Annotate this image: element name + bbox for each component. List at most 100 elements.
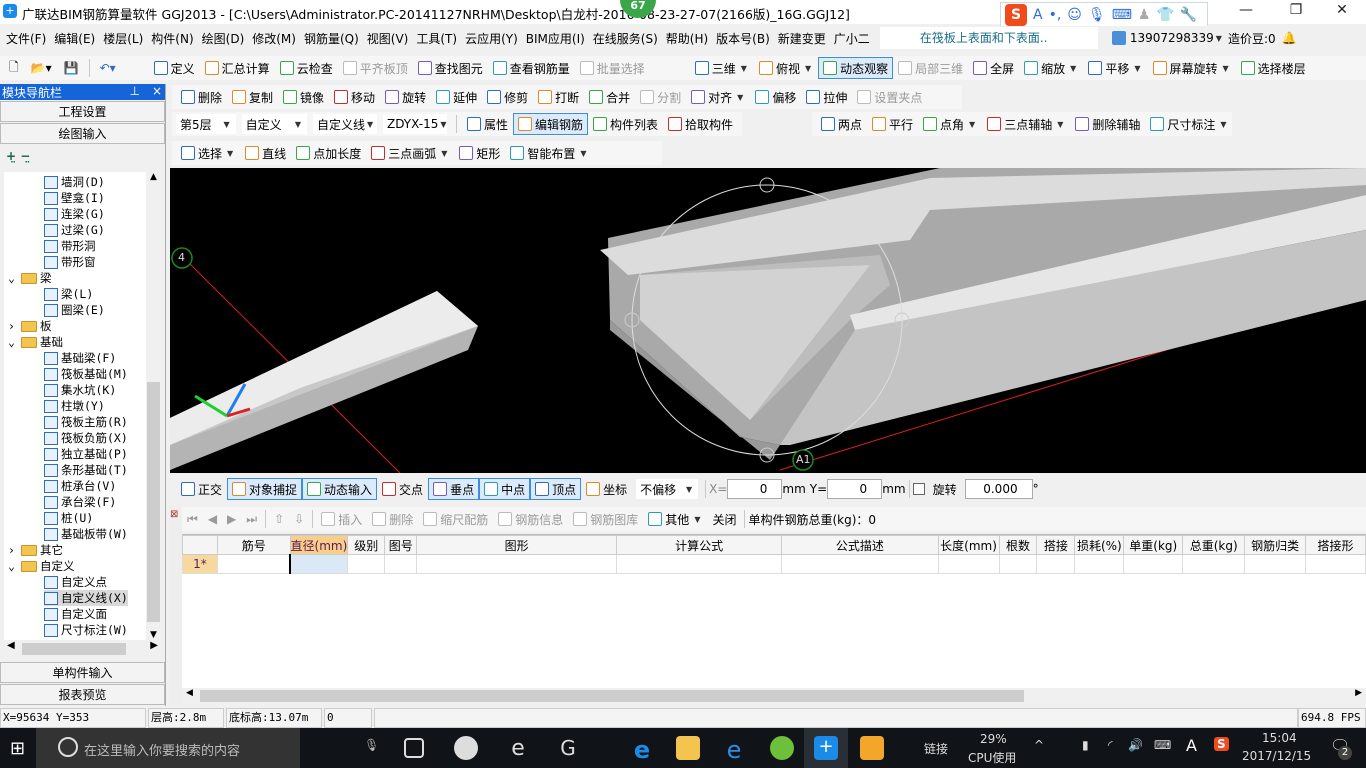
tree-item[interactable]: 墙洞(D): [44, 174, 105, 190]
column-header[interactable]: 根数: [998, 535, 1038, 555]
bell-icon[interactable]: 🔔: [1282, 31, 1297, 45]
tree-item[interactable]: 过梁(G): [44, 222, 105, 238]
menu-item[interactable]: 帮助(H): [662, 30, 712, 47]
grid-cell[interactable]: [1123, 554, 1184, 574]
column-header[interactable]: 筋号: [216, 535, 291, 555]
tree-horizontal-scrollbar[interactable]: ◀ ▶: [4, 640, 161, 658]
button-rebarbar-items-1[interactable]: 删除: [367, 508, 418, 530]
button-toolbar4-1[interactable]: 直线: [240, 142, 291, 164]
column-header[interactable]: 总重(kg): [1182, 535, 1246, 555]
user-phone[interactable]: 13907298339: [1130, 31, 1214, 45]
tree-item[interactable]: 独立基础(P): [44, 446, 128, 462]
clock-time[interactable]: 15:04: [1262, 731, 1297, 745]
button-toolbar2-3[interactable]: 移动: [329, 86, 380, 108]
column-header[interactable]: [182, 535, 218, 555]
tree-folder[interactable]: ⌄ 基础: [8, 334, 63, 350]
button-toolbar1-3[interactable]: 平齐板顶: [338, 57, 413, 79]
button-toolbar3_right-5[interactable]: 尺寸标注 ▼: [1145, 113, 1233, 135]
button-toolbar2-0[interactable]: 删除: [176, 86, 227, 108]
grid-cell[interactable]: [416, 554, 618, 574]
column-header[interactable]: 公式描述: [781, 535, 939, 555]
dropdown-arrow-icon[interactable]: ▼: [692, 515, 702, 524]
user-dropdown-icon[interactable]: ▼: [1214, 34, 1224, 43]
tree-item[interactable]: 带形洞: [44, 238, 96, 254]
edge-icon[interactable]: e: [630, 736, 654, 764]
collapse-all-icon[interactable]: −̤: [20, 149, 30, 163]
column-header[interactable]: 损耗(%): [1074, 535, 1125, 555]
button-toolbar3-1[interactable]: 编辑钢筋: [512, 113, 588, 135]
dropdown-arrow-icon[interactable]: ▼: [1132, 64, 1142, 73]
close-button[interactable]: ✕: [1322, 2, 1362, 22]
button-toolbar3-3[interactable]: 拾取构件: [663, 113, 738, 135]
menu-item[interactable]: 工具(T): [412, 30, 461, 47]
single-component-input-button[interactable]: 单构件输入: [0, 662, 165, 683]
grid-cell[interactable]: [781, 554, 939, 574]
move-up-icon[interactable]: ⇧: [269, 508, 289, 530]
menu-item[interactable]: 新建变更: [774, 30, 830, 47]
clock-date[interactable]: 2017/12/15: [1242, 749, 1311, 763]
internet-explorer-icon[interactable]: e: [722, 736, 746, 764]
search-placeholder[interactable]: 在这里输入你要搜索的内容: [84, 740, 240, 759]
button-snapbar-items-4[interactable]: 垂点: [428, 478, 480, 500]
button-rebarbar-items-3[interactable]: 钢筋信息: [493, 508, 568, 530]
punctuation-icon[interactable]: •,: [1049, 7, 1062, 23]
open-folder-icon[interactable]: 📂▾: [26, 57, 57, 79]
rotate-input[interactable]: 0.000: [964, 479, 1033, 499]
chevron-right-icon[interactable]: ›: [8, 543, 18, 557]
tree-item[interactable]: 集水坑(K): [44, 382, 116, 398]
volume-icon[interactable]: 🔊: [1128, 738, 1143, 752]
button-rebarbar-items-0[interactable]: 插入: [316, 508, 367, 530]
button-toolbar2-11[interactable]: 偏移: [750, 86, 801, 108]
menu-item[interactable]: 钢筋量(Q): [300, 30, 363, 47]
drawing-input-button[interactable]: 绘图输入: [0, 123, 165, 144]
button-rebarbar-items-6[interactable]: 关闭: [707, 508, 741, 530]
tree-item[interactable]: 自定义线(X): [44, 590, 128, 606]
button-toolbar2-1[interactable]: 复制: [227, 86, 278, 108]
ie-alt-icon[interactable]: e: [506, 736, 530, 761]
ime-toolbar[interactable]: S A •, ☺ 🎙 ⌨ ♟ 👕 🔧: [1000, 2, 1208, 28]
menu-tip[interactable]: 在筏板上表面和下表面..: [879, 27, 1098, 49]
first-record-icon[interactable]: ⏮: [182, 508, 203, 530]
ime-indicator[interactable]: A: [1186, 736, 1197, 755]
button-rebarbar-items-4[interactable]: 钢筋图库: [568, 508, 643, 530]
minimize-button[interactable]: —: [1226, 2, 1266, 22]
tree-item[interactable]: 筏板负筋(X): [44, 430, 128, 446]
dropdown-arrow-icon[interactable]: ▼: [578, 149, 588, 158]
menu-item[interactable]: 视图(V): [363, 30, 413, 47]
user-icon[interactable]: ♟: [1138, 7, 1151, 23]
emoji-icon[interactable]: ☺: [1067, 7, 1082, 23]
button-toolbar1_right-3[interactable]: 局部三维: [893, 57, 968, 79]
dropdown-arrow-icon[interactable]: ▼: [735, 93, 745, 102]
glodon-app-icon[interactable]: +: [814, 736, 838, 760]
tree-item[interactable]: 桩(U): [44, 510, 93, 526]
grid-cell[interactable]: [998, 554, 1038, 574]
swirl-app-icon[interactable]: G: [556, 736, 580, 760]
grid-cell[interactable]: [937, 554, 1000, 574]
tree-item[interactable]: 条形基础(T): [44, 462, 128, 478]
project-settings-button[interactable]: 工程设置: [0, 101, 165, 122]
tree-item[interactable]: 基础梁(F): [44, 350, 116, 366]
microphone-icon[interactable]: 🎙: [1088, 7, 1106, 23]
tree-item[interactable]: 基础板带(W): [44, 526, 128, 542]
new-file-icon[interactable]: 🗋: [4, 57, 24, 79]
menu-item[interactable]: 文件(F): [2, 30, 50, 47]
grid-cell[interactable]: [1036, 554, 1076, 574]
battery-icon[interactable]: ▮: [1082, 738, 1089, 752]
button-toolbar2-4[interactable]: 旋转: [380, 86, 431, 108]
menu-item[interactable]: 构件(N): [147, 30, 197, 47]
tree-item[interactable]: 筏板主筋(R): [44, 414, 128, 430]
component-select[interactable]: ZDYX-15 ▼: [382, 114, 447, 134]
tree-item[interactable]: 尺寸标注(W): [44, 622, 128, 638]
column-header[interactable]: 直径(mm): [289, 535, 349, 555]
column-header[interactable]: 搭接: [1036, 535, 1076, 555]
tree-folder[interactable]: ⌄ 自定义: [8, 558, 75, 574]
button-toolbar1_right-1[interactable]: 俯视 ▼: [754, 57, 818, 79]
grid-horizontal-scrollbar[interactable]: ◀ ▶: [182, 688, 1366, 704]
menu-item[interactable]: 在线服务(S): [589, 30, 662, 47]
prev-record-icon[interactable]: ◀: [203, 508, 222, 530]
grid-cell[interactable]: [1244, 554, 1307, 574]
column-header[interactable]: 长度(mm): [937, 535, 1000, 555]
button-toolbar1_right-6[interactable]: 平移 ▼: [1083, 57, 1147, 79]
button-toolbar1_right-8[interactable]: 选择楼层: [1236, 57, 1311, 79]
dropdown-arrow-icon[interactable]: ▼: [439, 149, 449, 158]
